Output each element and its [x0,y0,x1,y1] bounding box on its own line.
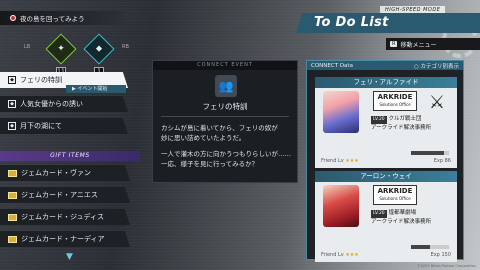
character-card-0[interactable]: フェリ・アルファイド ARKRIDE Solutions Office ⚔ LV.… [315,77,457,168]
r-button-icon: R [390,41,398,47]
connect-event-header: CONNECT EVENT [153,61,297,70]
gift-label: ジェムカード・ナーディア [21,235,105,243]
gem-card-icon [8,235,17,243]
character-card-1[interactable]: アーロン・ウェイ ARKRIDE Solutions Office LV.20 煌都… [315,171,457,262]
location-bar: 夜の島を回ってみよう [0,11,128,25]
rank-label: Friend Lv [321,252,344,258]
lb-button-icon[interactable]: LB [24,44,30,50]
exp-value: 86 [444,158,451,164]
arkride-logo: ARKRIDE Solutions Office [373,91,417,111]
move-menu-label: 移動メニュー [400,41,437,49]
star-rating-icon: ★★★ [345,252,359,258]
character-portrait [323,185,359,227]
move-menu-button[interactable]: R 移動メニュー [386,38,480,50]
gem-card-icon [8,169,17,177]
level-badge: LV.20 [371,210,387,218]
location-label: 夜の島を回ってみよう [20,15,85,23]
connect-text-2: 一人で灌木の方に向かうつもりらしいが…… 一応、様子を見に行ってみるか？ [161,150,291,168]
exp-bar-fill [411,245,430,249]
connect-event-title: フェリの特訓 [202,102,248,111]
crest-icon: ⚔ [428,92,446,113]
event-icon: ◆ [8,76,16,84]
event-label: 人気女優からの誘い [20,100,83,108]
event-item-1[interactable]: ◆ 人気女優からの誘い [0,96,128,112]
connect-event-panel: CONNECT EVENT 👥 フェリの特訓 カシムが島に着いてから、フェリの奴… [152,60,298,183]
node-cyan[interactable]: ⬥ [83,33,115,65]
event-icon: ◆ [8,100,16,108]
divider [161,116,289,117]
event-label: 月下の湖にて [20,122,62,130]
gem-card-icon [8,213,17,221]
gift-item-0[interactable]: ジェムカード・ヴァン [0,165,130,181]
gift-label: ジェムカード・ヴァン [21,169,91,177]
friend-level: Friend Lv ★★★ [321,158,359,164]
character-title: クルガ戦士団 [388,116,422,122]
gem-card-icon [8,191,17,199]
character-affiliation: アークライド解決事務所 [371,125,432,131]
character-info: LV.20 クルガ戦士団 アークライド解決事務所 [371,115,431,132]
event-start-tag: ▶ イベント開始 [66,85,126,93]
character-title: 煌都華劇場 [388,210,417,216]
event-label: フェリの特訓 [20,76,62,84]
character-info: LV.20 煌都華劇場 アークライド解決事務所 [371,209,431,226]
exp-bar [411,151,449,155]
exp-readout: Exp 86 [434,158,451,164]
character-portrait [323,91,359,133]
connect-text-1: カシムが島に着いてから、フェリの奴が 妙に思い詰めていたようだ。 [161,124,278,142]
arkride-logo: ARKRIDE Solutions Office [373,185,417,205]
exp-label: Exp [430,252,440,258]
logo-sub: Solutions Office [379,102,411,107]
exp-label: Exp [433,158,444,164]
star-rating-icon: ★★★ [345,158,359,164]
gift-item-1[interactable]: ジェムカード・アニエス [0,187,130,203]
exp-value: 150 [441,252,451,258]
gift-items-header: GIFT ITEMS [0,151,140,161]
exp-bar [411,245,449,249]
stats-row: Friend Lv ★★★ Exp 150 [321,252,451,258]
level-badge: LV.20 [371,116,387,124]
logo-sub: Solutions Office [379,196,411,201]
logo-main: ARKRIDE [377,93,413,101]
exp-readout: Exp 150 [431,252,451,258]
connect-data-panel: CONNECT Data ○ カテゴリ別表示 フェリ・アルファイド ARKRID… [306,60,464,262]
connect-emblem-icon: 👥 [215,75,237,97]
gift-label: ジェムカード・アニエス [21,191,98,199]
stats-row: Friend Lv ★★★ Exp 86 [321,158,451,164]
diamond-icon: ⬥ [95,44,103,54]
gift-label: ジェムカード・ジュディス [21,213,105,221]
node-green[interactable]: ✦ [45,33,77,65]
rb-button-icon[interactable]: RB [122,44,129,50]
character-name: フェリ・アルファイド [315,77,457,88]
event-icon: ◆ [8,122,16,130]
character-name: アーロン・ウェイ [315,171,457,182]
route-nodes: LB ✦ ⬥ 11 1 RB [22,33,142,76]
location-marker-icon [10,15,16,21]
category-toggle[interactable]: ○ カテゴリ別表示 [414,62,459,70]
scroll-down-icon[interactable]: ▼ [66,252,73,262]
gift-item-2[interactable]: ジェムカード・ジュディス [0,209,130,225]
exp-bar-fill [411,151,444,155]
logo-main: ARKRIDE [377,187,413,195]
event-item-2[interactable]: ◆ 月下の湖にて [0,118,128,134]
connect-data-header: CONNECT Data ○ カテゴリ別表示 [307,61,463,70]
high-speed-mode-badge: HIGH-SPEED MODE [380,6,446,14]
rank-label: Friend Lv [321,158,344,164]
copyright: ©2023 Nihon Falcom Corporation [417,264,476,268]
page-title: To Do List [296,13,480,33]
leaf-icon: ✦ [57,44,65,54]
gift-item-3[interactable]: ジェムカード・ナーディア [0,231,130,247]
friend-level: Friend Lv ★★★ [321,252,359,258]
character-affiliation: アークライド解決事務所 [371,219,432,225]
connect-data-title: CONNECT Data [311,62,353,69]
